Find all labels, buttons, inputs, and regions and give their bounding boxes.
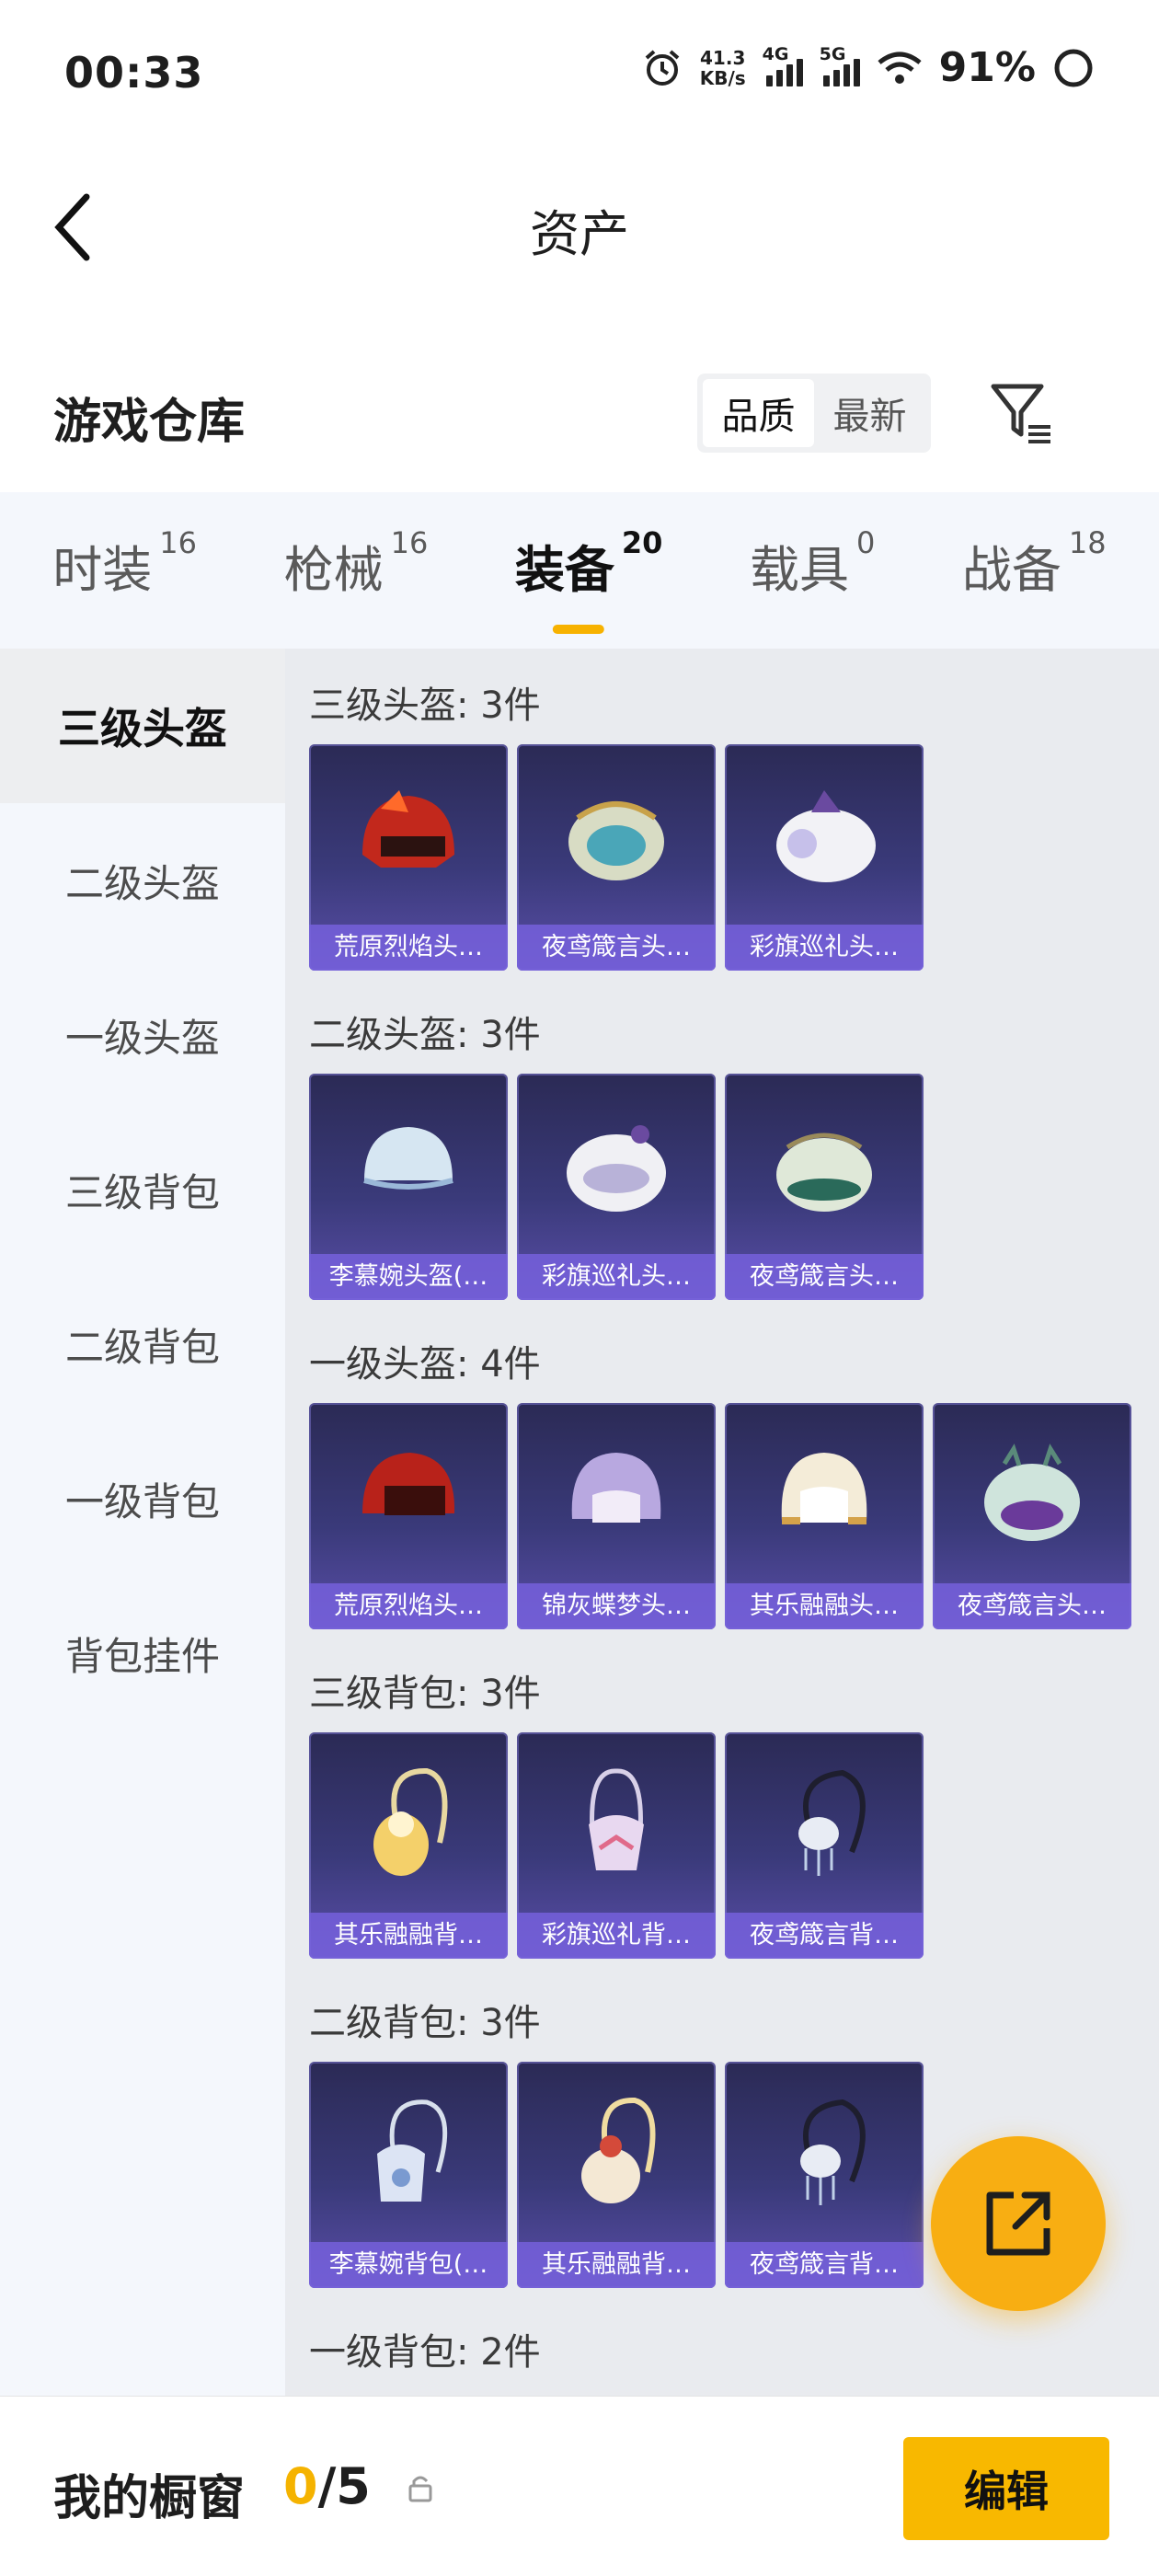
backpack-icon [373, 1767, 448, 1876]
item-card[interactable]: 荒原烈焰头… [309, 744, 508, 971]
sort-quality[interactable]: 品质 [703, 379, 814, 447]
item-name: 荒原烈焰头… [309, 925, 508, 971]
helmet-icon [571, 1453, 661, 1523]
backpack-icon [377, 2099, 448, 2202]
item-name: 彩旗巡礼头… [725, 925, 924, 971]
item-grid: 荒原烈焰头… 夜鸢箴言头… 彩旗巡礼头… [309, 744, 1159, 971]
item-card[interactable]: 夜鸢箴言头… [725, 1074, 924, 1300]
battery-percent: 91% [938, 44, 1036, 91]
item-name: 其乐融融背… [309, 1913, 508, 1959]
item-card[interactable]: 锦灰蝶梦头… [517, 1403, 716, 1629]
item-grid: 李慕婉头盔(… 彩旗巡礼头… 夜鸢箴言头… [309, 1074, 1159, 1300]
item-card[interactable]: 其乐融融背… [309, 1732, 508, 1959]
item-card[interactable]: 彩旗巡礼背… [517, 1732, 716, 1959]
tab-fashion[interactable]: 时装 16 [52, 525, 197, 612]
item-card[interactable]: 彩旗巡礼头… [517, 1074, 716, 1300]
wifi-icon [878, 52, 922, 84]
tab-equipment[interactable]: 装备 20 [515, 525, 663, 612]
item-grid: 荒原烈焰头… 锦灰蝶梦头… 其乐融融头… 夜鸢箴言头… [309, 1403, 1159, 1629]
item-name: 李慕婉头盔(… [309, 1254, 508, 1300]
showcase-label: 我的橱窗 [53, 2471, 246, 2526]
net-speed: 41.3 KB/s [699, 46, 746, 89]
backpack-icon [800, 2099, 866, 2205]
bottom-bar: 我的橱窗 0/5 编辑 [0, 2396, 1159, 2576]
item-name: 锦灰蝶梦头… [517, 1583, 716, 1629]
status-icons: 41.3 KB/s 4G 5G 91% [641, 44, 1095, 91]
showcase-count: 0/5 [283, 2457, 371, 2515]
item-card[interactable]: 其乐融融头… [725, 1403, 924, 1629]
tab-supplies[interactable]: 战备 18 [962, 525, 1107, 612]
item-name: 夜鸢箴言背… [725, 1913, 924, 1959]
item-name: 夜鸢箴言背… [725, 2242, 924, 2288]
item-name: 其乐融融背… [517, 2242, 716, 2288]
alarm-icon [645, 49, 680, 86]
helmet-icon [781, 1453, 867, 1524]
warehouse-title: 游戏仓库 [53, 395, 246, 450]
sidenav-item[interactable]: 三级背包 [0, 1112, 285, 1267]
sidenav-item[interactable]: 一级头盔 [0, 958, 285, 1112]
helmet-icon [362, 790, 454, 868]
item-card[interactable]: 荒原烈焰头… [309, 1403, 508, 1629]
sidenav-item[interactable]: 一级背包 [0, 1421, 285, 1576]
item-name: 彩旗巡礼头… [517, 1254, 716, 1300]
signal-5g-icon: 5G [820, 44, 860, 86]
item-card[interactable]: 李慕婉背包(… [309, 2062, 508, 2288]
item-name: 夜鸢箴言头… [933, 1583, 1131, 1629]
sidenav-item[interactable]: 二级背包 [0, 1267, 285, 1421]
helmet-icon [567, 1125, 666, 1212]
lock-icon [408, 2476, 432, 2502]
battery-ring-icon [1054, 49, 1093, 86]
edit-button[interactable]: 编辑 [903, 2437, 1109, 2540]
item-card[interactable]: 其乐融融背… [517, 2062, 716, 2288]
item-list: 三级头盔: 3件 荒原烈焰头… 夜鸢箴言头… 彩旗巡礼头… 二级头盔: 3件 李… [285, 649, 1159, 2397]
helmet-icon [362, 1453, 455, 1515]
sort-toggle: 品质 最新 [697, 374, 931, 453]
item-card[interactable]: 夜鸢箴言头… [933, 1403, 1131, 1629]
status-time: 00:33 [64, 48, 204, 98]
helmet-icon [363, 1127, 453, 1190]
helmet-icon [984, 1443, 1080, 1541]
backpack-icon [581, 2097, 656, 2203]
backpack-icon [589, 1768, 644, 1870]
item-name: 夜鸢箴言头… [517, 925, 716, 971]
signal-4g-icon: 4G [763, 44, 803, 86]
sidenav-item[interactable]: 三级头盔 [0, 649, 285, 803]
helmet-icon [568, 801, 664, 880]
item-name: 其乐融融头… [725, 1583, 924, 1629]
page-title: 资产 [530, 205, 629, 263]
item-grid: 其乐融融背… 彩旗巡礼背… 夜鸢箴言背… [309, 1732, 1159, 1959]
sidenav-item[interactable]: 背包挂件 [0, 1576, 285, 1731]
filter-icon[interactable] [986, 377, 1060, 451]
section-title: 二级头盔: 3件 [309, 1014, 541, 1056]
item-name: 彩旗巡礼背… [517, 1913, 716, 1959]
item-card[interactable]: 夜鸢箴言头… [517, 744, 716, 971]
item-card[interactable]: 夜鸢箴言背… [725, 1732, 924, 1959]
helmet-icon [776, 790, 876, 882]
section-title: 三级头盔: 3件 [309, 684, 541, 727]
item-name: 夜鸢箴言头… [725, 1254, 924, 1300]
tab-firearms[interactable]: 枪械 16 [284, 525, 429, 612]
helmet-icon [776, 1133, 872, 1212]
item-card[interactable]: 彩旗巡礼头… [725, 744, 924, 971]
side-nav: 三级头盔 二级头盔 一级头盔 三级背包 二级背包 一级背包 背包挂件 [0, 649, 285, 2397]
section-title: 一级头盔: 4件 [309, 1343, 541, 1386]
category-tabs: 时装 16 枪械 16 装备 20 载具 0 战备 18 [0, 492, 1159, 649]
share-icon [986, 2191, 1050, 2256]
item-name: 荒原烈焰头… [309, 1583, 508, 1629]
item-card[interactable]: 李慕婉头盔(… [309, 1074, 508, 1300]
tab-vehicles[interactable]: 载具 0 [750, 525, 875, 612]
status-bar: 00:33 41.3 KB/s 4G 5G 91% [0, 0, 1159, 147]
item-name: 李慕婉背包(… [309, 2242, 508, 2288]
section-title: 三级背包: 3件 [309, 1673, 541, 1715]
section-title: 二级背包: 3件 [309, 2002, 541, 2044]
sort-latest[interactable]: 最新 [814, 379, 925, 447]
section-title: 一级背包: 2件 [309, 2331, 541, 2374]
sidenav-item[interactable]: 二级头盔 [0, 803, 285, 958]
item-card[interactable]: 夜鸢箴言背… [725, 2062, 924, 2288]
app-header: 资产 [0, 147, 1159, 304]
share-button[interactable] [931, 2136, 1106, 2311]
backpack-icon [798, 1769, 866, 1876]
